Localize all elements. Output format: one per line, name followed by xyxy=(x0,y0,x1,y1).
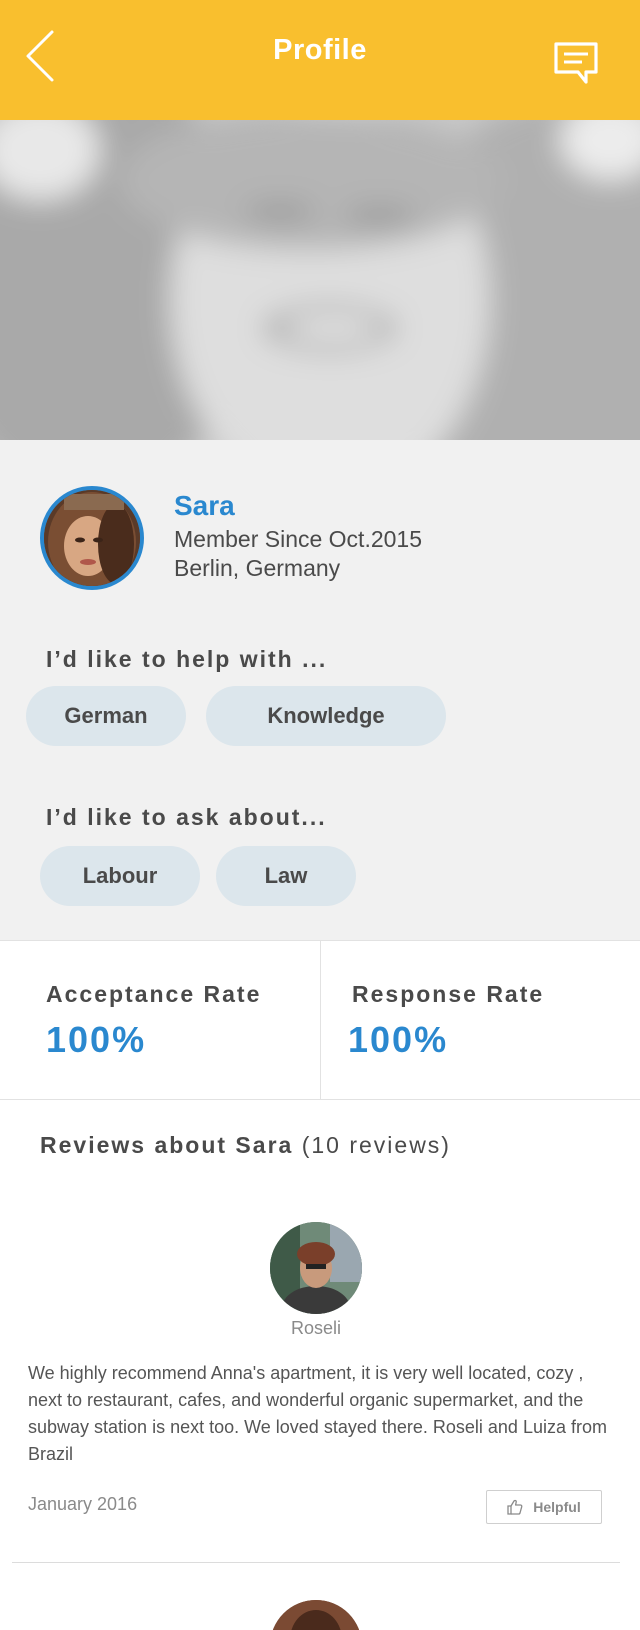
location: Berlin, Germany xyxy=(174,555,341,581)
response-rate-value: 100% xyxy=(348,1019,449,1060)
rates-divider xyxy=(320,941,321,1099)
response-rate-label: Response Rate xyxy=(352,981,545,1007)
reviews-heading: Reviews about Sara (10 reviews) xyxy=(40,1132,451,1159)
thumbs-up-icon xyxy=(507,1499,523,1515)
reviewer-avatar[interactable] xyxy=(270,1222,362,1314)
reviewer-avatar-image xyxy=(270,1222,362,1314)
next-reviewer-avatar[interactable] xyxy=(270,1600,362,1630)
review-text: We highly recommend Anna's apartment, it… xyxy=(28,1363,607,1464)
avatar[interactable] xyxy=(40,486,144,590)
reviewer-name: Roseli xyxy=(290,1318,342,1338)
tag-labour[interactable]: Labour xyxy=(40,846,200,906)
app-header: Profile xyxy=(0,0,640,120)
review-divider xyxy=(12,1562,620,1563)
message-icon xyxy=(554,42,598,84)
ask-about-heading: I’d like to ask about... xyxy=(46,804,327,830)
tag-law[interactable]: Law xyxy=(216,846,356,906)
rates-panel: Acceptance Rate 100% Response Rate 100% xyxy=(0,940,640,1100)
review-date: January 2016 xyxy=(28,1494,138,1514)
profile-name: Sara xyxy=(174,490,235,521)
avatar-image xyxy=(44,490,140,586)
reviews-title: Reviews about Sara xyxy=(40,1132,294,1158)
acceptance-rate-label: Acceptance Rate xyxy=(46,981,262,1007)
reviews-count: (10 reviews) xyxy=(301,1132,451,1158)
cover-photo xyxy=(0,120,640,440)
help-with-heading: I’d like to help with ... xyxy=(46,646,328,672)
member-since: Member Since Oct.2015 xyxy=(174,526,423,552)
helpful-label: Helpful xyxy=(533,1499,581,1515)
tag-german[interactable]: German xyxy=(26,686,186,746)
profile-info-section: Sara Member Since Oct.2015 Berlin, Germa… xyxy=(0,440,640,940)
helpful-button[interactable]: Helpful xyxy=(486,1490,602,1524)
acceptance-rate-value: 100% xyxy=(46,1019,147,1060)
message-button[interactable] xyxy=(552,40,600,88)
tag-knowledge[interactable]: Knowledge xyxy=(206,686,446,746)
cover-photo-image xyxy=(0,120,640,440)
next-reviewer-avatar-image xyxy=(270,1600,362,1630)
page-title: Profile xyxy=(273,34,367,66)
